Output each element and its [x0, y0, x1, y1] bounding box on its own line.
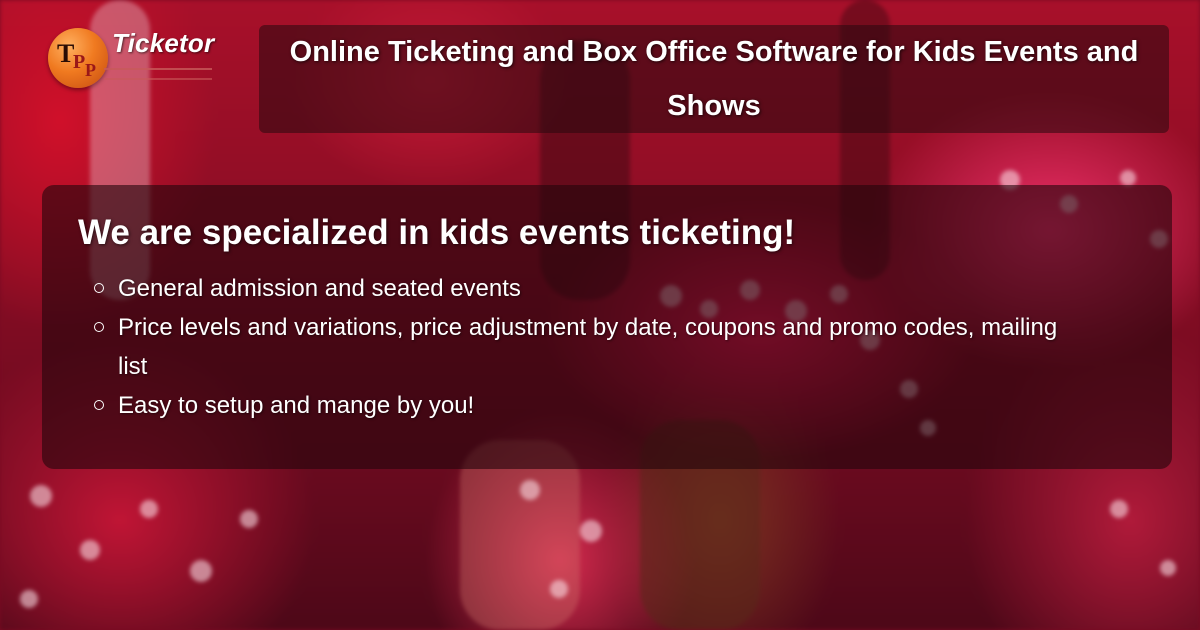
background-dot [190, 560, 212, 582]
feature-list: General admission and seated events Pric… [78, 269, 1136, 425]
background-dot [30, 485, 52, 507]
feature-item: Easy to setup and mange by you! [94, 386, 1078, 425]
logo-badge-icon: T P P [48, 28, 108, 88]
background-dot [140, 500, 158, 518]
background-dot [1160, 560, 1176, 576]
logo-letter-p1: P [73, 51, 85, 73]
panel-heading: We are specialized in kids events ticket… [78, 213, 796, 252]
header-banner: Online Ticketing and Box Office Software… [259, 25, 1169, 133]
circle-bullet-icon [94, 322, 104, 332]
background-dot [1120, 170, 1136, 186]
logo-letter-t: T [57, 39, 74, 68]
ticketor-logo[interactable]: T P P Ticketor [48, 24, 218, 90]
background-dot [550, 580, 568, 598]
background-dot [20, 590, 38, 608]
logo-letters-icon: T P P [57, 39, 96, 80]
feature-item: General admission and seated events [94, 269, 1078, 308]
feature-text: Price levels and variations, price adjus… [118, 314, 1058, 380]
background-dot [240, 510, 258, 528]
feature-text: General admission and seated events [118, 275, 521, 302]
logo-wordmark: Ticketor [112, 28, 215, 58]
logo-underline [104, 68, 212, 80]
background-dot [520, 480, 540, 500]
feature-text: Easy to setup and mange by you! [118, 392, 475, 419]
logo-letter-p2: P [85, 60, 96, 80]
circle-bullet-icon [94, 400, 104, 410]
features-panel: We are specialized in kids events ticket… [42, 185, 1172, 469]
page-title: Online Ticketing and Box Office Software… [289, 36, 1139, 122]
background-dot [580, 520, 602, 542]
background-dot [80, 540, 100, 560]
feature-item: Price levels and variations, price adjus… [94, 308, 1078, 386]
background-dot [1110, 500, 1128, 518]
circle-bullet-icon [94, 283, 104, 293]
